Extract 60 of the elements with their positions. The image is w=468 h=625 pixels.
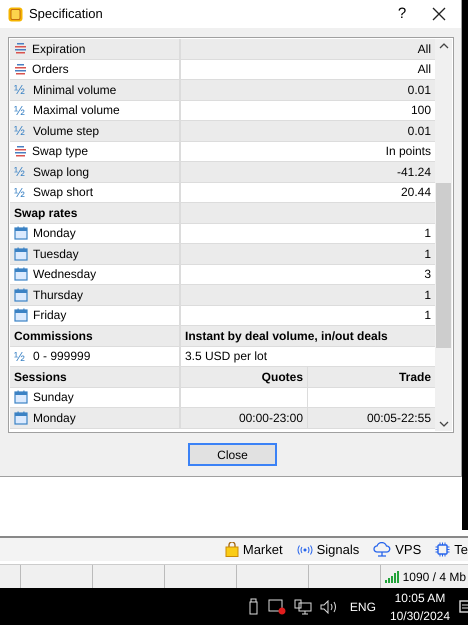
calendar-icon [14, 308, 28, 322]
table-cell: Instant by deal volume, in/out deals [181, 326, 435, 346]
calendar-icon [14, 226, 28, 240]
table-cell: Trade [308, 367, 435, 386]
fraction-marker: ½ [14, 350, 26, 363]
table-cell: Expiration [10, 39, 181, 58]
table-cell: Swap rates [10, 203, 181, 222]
fraction-marker: ½ [14, 104, 26, 117]
table-cell: Monday [10, 408, 181, 428]
table-cell: 0.01 [181, 121, 435, 140]
table-cell: 00:00-23:00 [181, 408, 308, 428]
table-cell: 0.01 [181, 80, 435, 100]
table-cell: ½ Swap long [10, 162, 181, 182]
notification-icon[interactable] [458, 598, 468, 614]
table-cell: Tuesday [10, 244, 181, 264]
table-cell: All [181, 39, 435, 58]
fraction-marker: ½ [14, 186, 26, 199]
bag-icon [224, 542, 239, 557]
table-cell: ½ Volume step [10, 121, 181, 140]
list-icon [14, 62, 27, 76]
table-cell: ½ Minimal volume [10, 80, 181, 100]
fraction-marker: ½ [14, 165, 26, 178]
clock[interactable]: 10:05 AM 10/30/2024 [390, 588, 450, 624]
table-cell: Quotes [181, 367, 308, 386]
calendar-icon [14, 410, 28, 425]
signal-icon [296, 544, 313, 554]
network-icon[interactable] [294, 598, 312, 614]
table-cell: 00:05-22:55 [308, 408, 435, 428]
connection-bars-icon [384, 570, 399, 582]
toolbar-button[interactable]: VPS [373, 540, 422, 560]
close-button[interactable]: Close [188, 443, 277, 466]
table-cell: Thursday [10, 285, 181, 304]
usb-drive-icon[interactable] [248, 598, 260, 615]
toolbar-button[interactable]: Market [224, 540, 283, 560]
table-cell: -41.24 [181, 162, 435, 182]
table-cell: Commissions [10, 326, 181, 346]
scrollbar[interactable] [435, 39, 452, 431]
list-icon [14, 144, 27, 158]
calendar-icon [14, 390, 28, 404]
table-cell: 1 [181, 244, 435, 264]
speaker-icon[interactable] [320, 600, 338, 614]
fraction-marker: ½ [14, 124, 26, 138]
scrollbar-thumb[interactable] [436, 183, 451, 348]
calendar-icon [14, 288, 28, 302]
list-icon [14, 42, 27, 56]
help-button[interactable]: ? [387, 2, 417, 26]
toolbar-button[interactable]: Signals [296, 540, 360, 560]
window-title: Specification [29, 5, 103, 24]
language-indicator[interactable]: ENG [350, 598, 376, 616]
cloud-icon [373, 542, 392, 557]
table-cell: Sessions [10, 367, 181, 386]
chip-icon [435, 542, 450, 557]
screen-record-icon[interactable] [268, 598, 286, 615]
table-cell: 1 [181, 285, 435, 304]
calendar-icon [14, 246, 28, 261]
connection-status: 1090 / 4 Mb [402, 568, 466, 586]
fraction-marker: ½ [14, 83, 26, 96]
dollar-coin-icon [8, 6, 23, 22]
calendar-icon [14, 267, 28, 282]
toolbar-button[interactable]: Te [435, 540, 468, 560]
